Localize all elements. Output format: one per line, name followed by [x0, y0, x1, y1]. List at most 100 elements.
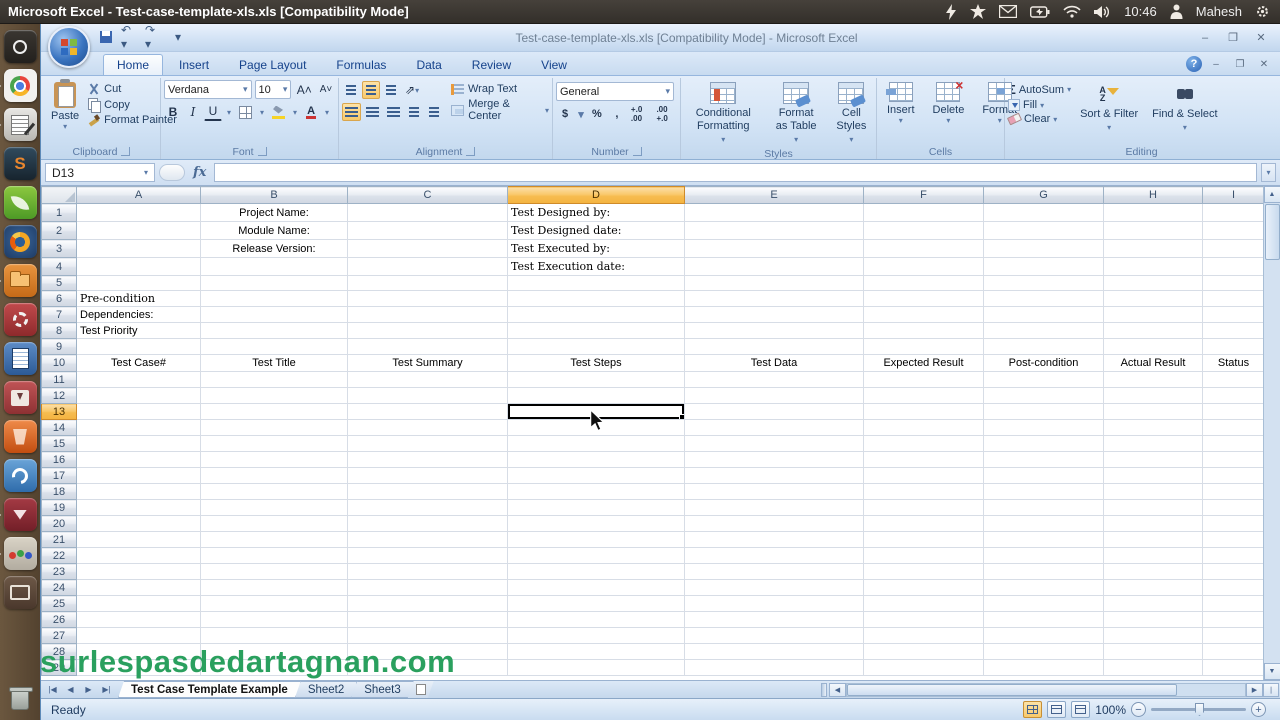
cell-A24[interactable] [77, 580, 201, 596]
paste-button[interactable]: Paste▾ [46, 80, 84, 133]
cell-E13[interactable] [685, 404, 864, 420]
cell-A19[interactable] [77, 500, 201, 516]
scroll-right-button[interactable]: ▶ [1246, 683, 1263, 697]
cell-I27[interactable] [1203, 628, 1265, 644]
cell-B19[interactable] [201, 500, 348, 516]
cell-I1[interactable] [1203, 204, 1265, 222]
dock-trash-icon[interactable] [4, 683, 37, 716]
cell-C1[interactable] [348, 204, 508, 222]
cell-F26[interactable] [864, 612, 984, 628]
cell-F3[interactable] [864, 240, 984, 258]
cell-G15[interactable] [984, 436, 1104, 452]
cell-E21[interactable] [685, 532, 864, 548]
increase-decimal-button[interactable]: +.0 .00 [628, 105, 652, 123]
column-header-E[interactable]: E [685, 187, 864, 204]
column-header-H[interactable]: H [1104, 187, 1203, 204]
cell-H1[interactable] [1104, 204, 1203, 222]
cell-G11[interactable] [984, 372, 1104, 388]
cell-C7[interactable] [348, 307, 508, 323]
workbook-minimize-button[interactable]: – [1206, 57, 1226, 71]
number-format-combo[interactable]: General▾ [556, 82, 674, 101]
workbook-restore-button[interactable]: ❐ [1230, 57, 1250, 71]
wifi-icon[interactable] [1063, 5, 1081, 18]
font-family-combo[interactable]: Verdana▾ [164, 80, 252, 99]
row-header-20[interactable]: 20 [42, 516, 77, 532]
cell-C4[interactable] [348, 258, 508, 276]
cell-B18[interactable] [201, 484, 348, 500]
cell-H25[interactable] [1104, 596, 1203, 612]
underline-button[interactable]: U [204, 103, 222, 121]
next-sheet-button[interactable]: ▶ [80, 683, 97, 697]
cell-B26[interactable] [201, 612, 348, 628]
horizontal-scroll-thumb[interactable] [847, 684, 1177, 696]
dock-terminal-icon[interactable] [4, 576, 37, 609]
cell-A2[interactable] [77, 222, 201, 240]
cell-C3[interactable] [348, 240, 508, 258]
help-icon[interactable]: ? [1186, 56, 1202, 72]
cell-I11[interactable] [1203, 372, 1265, 388]
cell-B3[interactable]: Release Version: [201, 240, 348, 258]
cell-A9[interactable] [77, 339, 201, 355]
cell-styles-button[interactable]: Cell Styles▾ [830, 80, 873, 148]
cell-H11[interactable] [1104, 372, 1203, 388]
page-layout-view-button[interactable] [1047, 701, 1066, 718]
column-header-C[interactable]: C [348, 187, 508, 204]
cell-C22[interactable] [348, 548, 508, 564]
cell-G5[interactable] [984, 276, 1104, 291]
user-menu[interactable]: Mahesh [1196, 4, 1242, 19]
row-header-22[interactable]: 22 [42, 548, 77, 564]
cell-A27[interactable] [77, 628, 201, 644]
cell-D11[interactable] [508, 372, 685, 388]
italic-button[interactable]: I [184, 103, 202, 121]
cell-F24[interactable] [864, 580, 984, 596]
cell-G7[interactable] [984, 307, 1104, 323]
cell-A21[interactable] [77, 532, 201, 548]
vertical-scrollbar[interactable]: ▲ ▼ [1263, 186, 1280, 680]
cell-I15[interactable] [1203, 436, 1265, 452]
minimize-button[interactable]: – [1192, 30, 1218, 46]
cell-B14[interactable] [201, 420, 348, 436]
column-header-D[interactable]: D [508, 187, 685, 204]
cell-B5[interactable] [201, 276, 348, 291]
cell-E27[interactable] [685, 628, 864, 644]
percent-button[interactable]: % [588, 105, 606, 123]
cell-G14[interactable] [984, 420, 1104, 436]
cell-B10[interactable]: Test Title [201, 355, 348, 372]
zoom-out-button[interactable]: − [1131, 702, 1146, 717]
cell-D15[interactable] [508, 436, 685, 452]
volume-icon[interactable] [1094, 5, 1111, 19]
cell-E7[interactable] [685, 307, 864, 323]
cell-A20[interactable] [77, 516, 201, 532]
row-header-25[interactable]: 25 [42, 596, 77, 612]
cell-F19[interactable] [864, 500, 984, 516]
cell-F21[interactable] [864, 532, 984, 548]
row-header-27[interactable]: 27 [42, 628, 77, 644]
cell-G6[interactable] [984, 291, 1104, 307]
delete-cells-button[interactable]: Delete▾ [926, 80, 972, 127]
cell-E10[interactable]: Test Data [685, 355, 864, 372]
column-header-G[interactable]: G [984, 187, 1104, 204]
font-dialog-launcher[interactable] [258, 147, 267, 156]
cell-C24[interactable] [348, 580, 508, 596]
cell-D10[interactable]: Test Steps [508, 355, 685, 372]
cell-C21[interactable] [348, 532, 508, 548]
cell-A11[interactable] [77, 372, 201, 388]
cell-H7[interactable] [1104, 307, 1203, 323]
cell-E26[interactable] [685, 612, 864, 628]
cell-A12[interactable] [77, 388, 201, 404]
scrollbar-end-grip[interactable]: ❘ [1263, 683, 1279, 697]
cell-E16[interactable] [685, 452, 864, 468]
wrap-text-button[interactable]: Wrap Text [451, 83, 549, 95]
cell-F4[interactable] [864, 258, 984, 276]
decrease-indent-button[interactable] [405, 103, 423, 121]
insert-function-button[interactable]: fx [189, 165, 210, 180]
cell-E29[interactable] [685, 660, 864, 676]
cell-D8[interactable] [508, 323, 685, 339]
cell-F7[interactable] [864, 307, 984, 323]
cell-E4[interactable] [685, 258, 864, 276]
cell-E14[interactable] [685, 420, 864, 436]
dock-green-app-icon[interactable] [4, 186, 37, 219]
font-color-dropdown[interactable]: ▾ [322, 103, 332, 121]
cell-A17[interactable] [77, 468, 201, 484]
cell-I28[interactable] [1203, 644, 1265, 660]
